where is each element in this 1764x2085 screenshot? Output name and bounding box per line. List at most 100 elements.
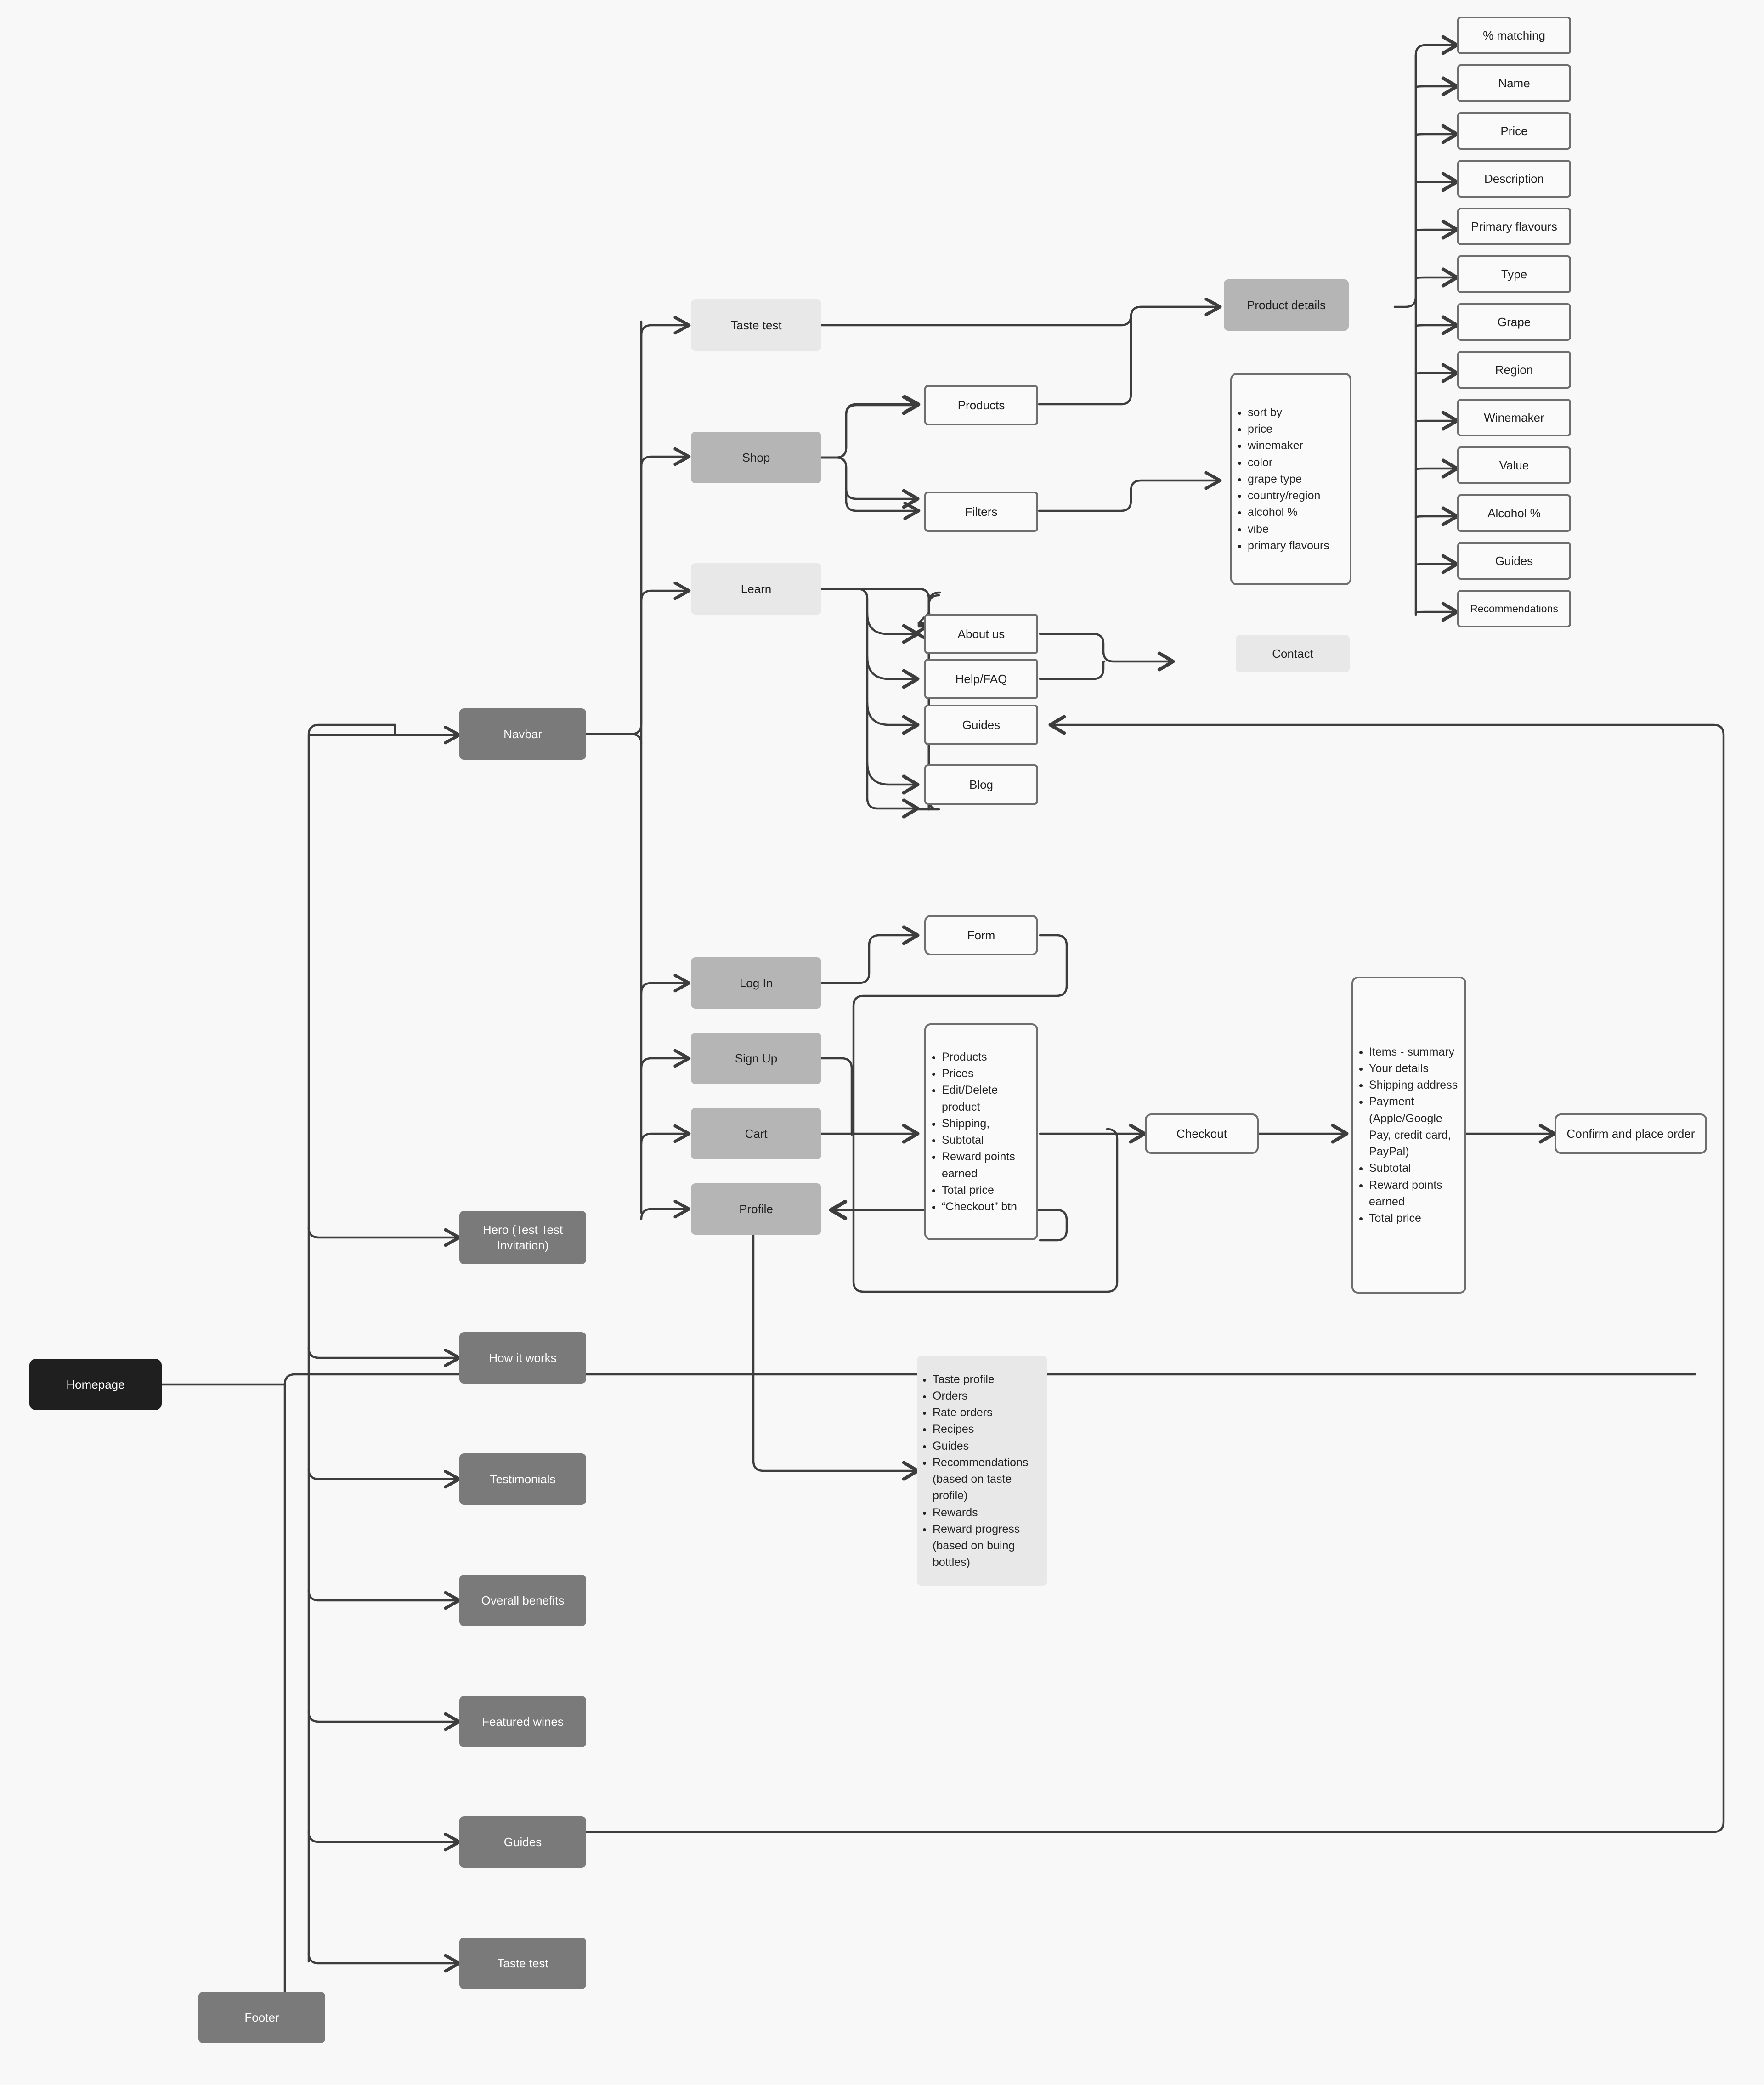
node-blog[interactable]: Blog bbox=[924, 764, 1038, 805]
node-field-matching[interactable]: % matching bbox=[1457, 17, 1571, 54]
node-label: Contact bbox=[1272, 646, 1313, 661]
node-label: Name bbox=[1498, 76, 1530, 90]
node-field-grape[interactable]: Grape bbox=[1457, 303, 1571, 341]
node-nav-learn[interactable]: Learn bbox=[691, 563, 821, 615]
list-item: Edit/Delete product bbox=[942, 1082, 1036, 1115]
node-field-alcohol[interactable]: Alcohol % bbox=[1457, 494, 1571, 532]
node-product-details[interactable]: Product details bbox=[1224, 279, 1349, 331]
node-label: Overall benefits bbox=[481, 1593, 565, 1607]
list-item: Total price bbox=[1369, 1210, 1464, 1226]
node-taste-test-home[interactable]: Taste test bbox=[459, 1938, 586, 1989]
node-label: Filters bbox=[965, 504, 998, 519]
node-overall-benefits[interactable]: Overall benefits bbox=[459, 1575, 586, 1626]
checkout-detail-box: Items - summary Your details Shipping ad… bbox=[1351, 977, 1466, 1294]
node-products[interactable]: Products bbox=[924, 385, 1038, 425]
list-item: Guides bbox=[933, 1438, 1047, 1454]
node-label: Description bbox=[1484, 171, 1544, 186]
filters-list: sort by price winemaker color grape type… bbox=[1232, 404, 1329, 554]
node-confirm-order[interactable]: Confirm and place order bbox=[1555, 1113, 1707, 1154]
list-item: Reward points earned bbox=[942, 1148, 1036, 1182]
list-item: Shipping address bbox=[1369, 1077, 1464, 1093]
node-nav-taste-test[interactable]: Taste test bbox=[691, 299, 821, 351]
node-label: Product details bbox=[1247, 298, 1326, 312]
list-item: Prices bbox=[942, 1065, 1036, 1082]
node-field-description[interactable]: Description bbox=[1457, 160, 1571, 198]
node-about-us[interactable]: About us bbox=[924, 614, 1038, 654]
checkout-list: Items - summary Your details Shipping ad… bbox=[1353, 1044, 1464, 1227]
node-label: Value bbox=[1499, 458, 1529, 472]
node-field-type[interactable]: Type bbox=[1457, 255, 1571, 293]
node-homepage[interactable]: Homepage bbox=[29, 1359, 162, 1410]
node-testimonials[interactable]: Testimonials bbox=[459, 1453, 586, 1505]
node-field-guides[interactable]: Guides bbox=[1457, 542, 1571, 580]
node-label: Form bbox=[967, 928, 995, 942]
node-label: Homepage bbox=[66, 1377, 125, 1391]
node-guides-learn[interactable]: Guides bbox=[924, 705, 1038, 745]
list-item: Products bbox=[942, 1049, 1036, 1065]
node-field-winemaker[interactable]: Winemaker bbox=[1457, 399, 1571, 436]
node-field-recommendations[interactable]: Recommendations bbox=[1457, 590, 1571, 627]
node-label: Log In bbox=[739, 976, 773, 990]
node-nav-profile[interactable]: Profile bbox=[691, 1183, 821, 1235]
node-nav-login[interactable]: Log In bbox=[691, 957, 821, 1009]
node-label: Help/FAQ bbox=[955, 672, 1007, 686]
filters-detail-box: sort by price winemaker color grape type… bbox=[1230, 373, 1351, 585]
node-hero[interactable]: Hero (Test Test Invitation) bbox=[459, 1211, 586, 1264]
list-item: Subtotal bbox=[1369, 1160, 1464, 1176]
list-item: Orders bbox=[933, 1388, 1047, 1404]
list-item: vibe bbox=[1248, 521, 1329, 537]
node-nav-shop[interactable]: Shop bbox=[691, 432, 821, 483]
list-item: alcohol % bbox=[1248, 504, 1329, 520]
node-help-faq[interactable]: Help/FAQ bbox=[924, 659, 1038, 699]
node-checkout[interactable]: Checkout bbox=[1145, 1113, 1259, 1154]
list-item: Subtotal bbox=[942, 1132, 1036, 1148]
profile-detail-box: Taste profile Orders Rate orders Recipes… bbox=[917, 1356, 1047, 1586]
list-item: Taste profile bbox=[933, 1371, 1047, 1388]
list-item: Your details bbox=[1369, 1060, 1464, 1077]
node-field-name[interactable]: Name bbox=[1457, 64, 1571, 102]
list-item: winemaker bbox=[1248, 437, 1329, 454]
node-label: Guides bbox=[962, 718, 1001, 732]
node-field-primary-flavours[interactable]: Primary flavours bbox=[1457, 208, 1571, 245]
node-label: Hero (Test Test Invitation) bbox=[482, 1222, 563, 1252]
node-guides-home[interactable]: Guides bbox=[459, 1816, 586, 1868]
node-label: Taste test bbox=[730, 318, 782, 332]
node-nav-signup[interactable]: Sign Up bbox=[691, 1033, 821, 1084]
list-item: color bbox=[1248, 454, 1329, 471]
node-login-form[interactable]: Form bbox=[924, 915, 1038, 955]
node-label: Alcohol % bbox=[1487, 506, 1541, 520]
cart-list: Products Prices Edit/Delete product Ship… bbox=[926, 1049, 1036, 1215]
node-featured-wines[interactable]: Featured wines bbox=[459, 1696, 586, 1747]
node-filters[interactable]: Filters bbox=[924, 492, 1038, 532]
cart-detail-box: Products Prices Edit/Delete product Ship… bbox=[924, 1023, 1038, 1240]
list-item: Items - summary bbox=[1369, 1044, 1464, 1060]
list-item: Rate orders bbox=[933, 1404, 1047, 1421]
node-label: Blog bbox=[969, 777, 994, 791]
sitemap-canvas: Homepage Navbar Hero (Test Test Invitati… bbox=[0, 0, 1764, 2085]
node-field-value[interactable]: Value bbox=[1457, 446, 1571, 484]
list-item: Total price bbox=[942, 1182, 1036, 1198]
node-label: Shop bbox=[742, 450, 770, 464]
node-label: Footer bbox=[244, 2010, 279, 2024]
node-nav-cart[interactable]: Cart bbox=[691, 1108, 821, 1159]
node-label: Featured wines bbox=[482, 1714, 564, 1729]
node-how-it-works[interactable]: How it works bbox=[459, 1332, 586, 1384]
node-contact[interactable]: Contact bbox=[1236, 635, 1350, 672]
node-label: About us bbox=[957, 627, 1005, 641]
node-label: Guides bbox=[503, 1835, 542, 1849]
node-label: Price bbox=[1500, 124, 1528, 138]
node-label: Learn bbox=[741, 582, 772, 596]
node-label: Cart bbox=[745, 1126, 768, 1141]
node-label: Guides bbox=[1495, 554, 1533, 568]
node-label: Grape bbox=[1497, 315, 1531, 329]
node-label: Testimonials bbox=[490, 1472, 556, 1486]
node-label: Type bbox=[1501, 267, 1527, 281]
list-item: price bbox=[1248, 421, 1329, 437]
node-field-price[interactable]: Price bbox=[1457, 112, 1571, 150]
node-navbar[interactable]: Navbar bbox=[459, 708, 586, 760]
node-label: Recommendations bbox=[1470, 602, 1558, 615]
node-field-region[interactable]: Region bbox=[1457, 351, 1571, 389]
node-footer[interactable]: Footer bbox=[198, 1992, 325, 2043]
node-label: Region bbox=[1495, 362, 1533, 377]
list-item: Rewards bbox=[933, 1504, 1047, 1521]
